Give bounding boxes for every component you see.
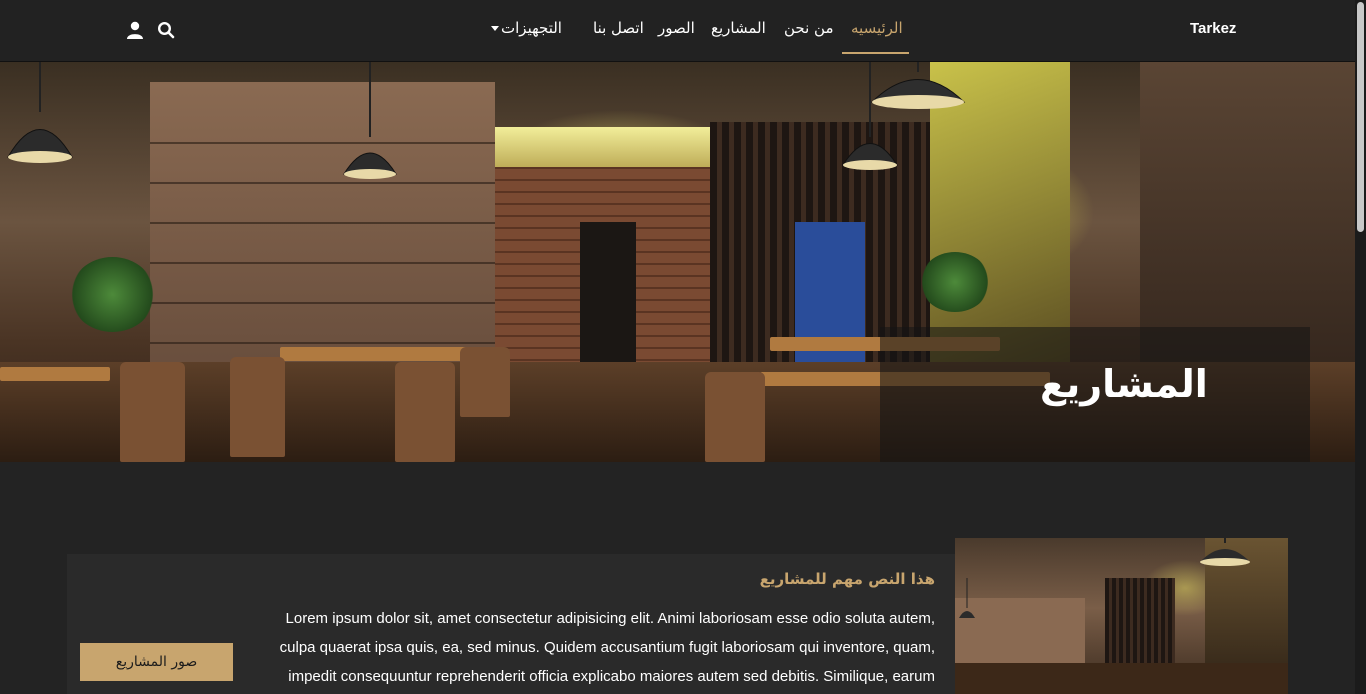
nav-link-about[interactable]: من نحن	[784, 19, 834, 37]
user-icon[interactable]	[125, 20, 145, 40]
active-nav-indicator	[842, 52, 909, 54]
project-photos-button[interactable]: صور المشاريع	[80, 643, 233, 681]
hero-banner: المشاريع	[0, 62, 1366, 462]
caret-down-icon	[491, 26, 499, 31]
hero-image-chair	[395, 362, 455, 462]
plant-icon	[70, 257, 155, 332]
navbar: Tarkez الرئيسيه من نحن المشاريع الصور ات…	[0, 0, 1366, 62]
hero-image-table	[280, 347, 480, 361]
section-body-text: Lorem ipsum dolor sit, amet consectetur …	[279, 610, 935, 685]
pendant-lamp-icon	[7, 62, 966, 179]
nav-link-gallery[interactable]: الصور	[658, 19, 695, 37]
scrollbar-thumb[interactable]	[1357, 2, 1364, 232]
nav-dropdown-label: التجهيزات	[501, 19, 562, 37]
nav-link-home[interactable]: الرئيسيه	[851, 19, 903, 37]
hero-title: المشاريع	[1040, 362, 1208, 406]
search-icon[interactable]	[156, 20, 176, 40]
hero-image-table	[0, 367, 110, 381]
nav-dropdown-equipment[interactable]: التجهيزات	[491, 19, 562, 37]
section-heading: هذا النص مهم للمشاريع	[759, 570, 935, 588]
nav-link-contact[interactable]: اتصل بنا	[593, 19, 644, 37]
plant-icon	[920, 252, 990, 312]
hero-image-chair	[120, 362, 185, 462]
pendant-lamp-icon	[959, 538, 1250, 618]
project-thumbnail-image	[955, 538, 1288, 694]
hero-image-chair	[460, 347, 510, 417]
hero-image-chair	[230, 357, 285, 457]
hero-image-chair	[705, 372, 765, 462]
nav-links: الرئيسيه من نحن المشاريع الصور اتصل بنا …	[0, 0, 1366, 62]
nav-link-projects[interactable]: المشاريع	[711, 19, 766, 37]
